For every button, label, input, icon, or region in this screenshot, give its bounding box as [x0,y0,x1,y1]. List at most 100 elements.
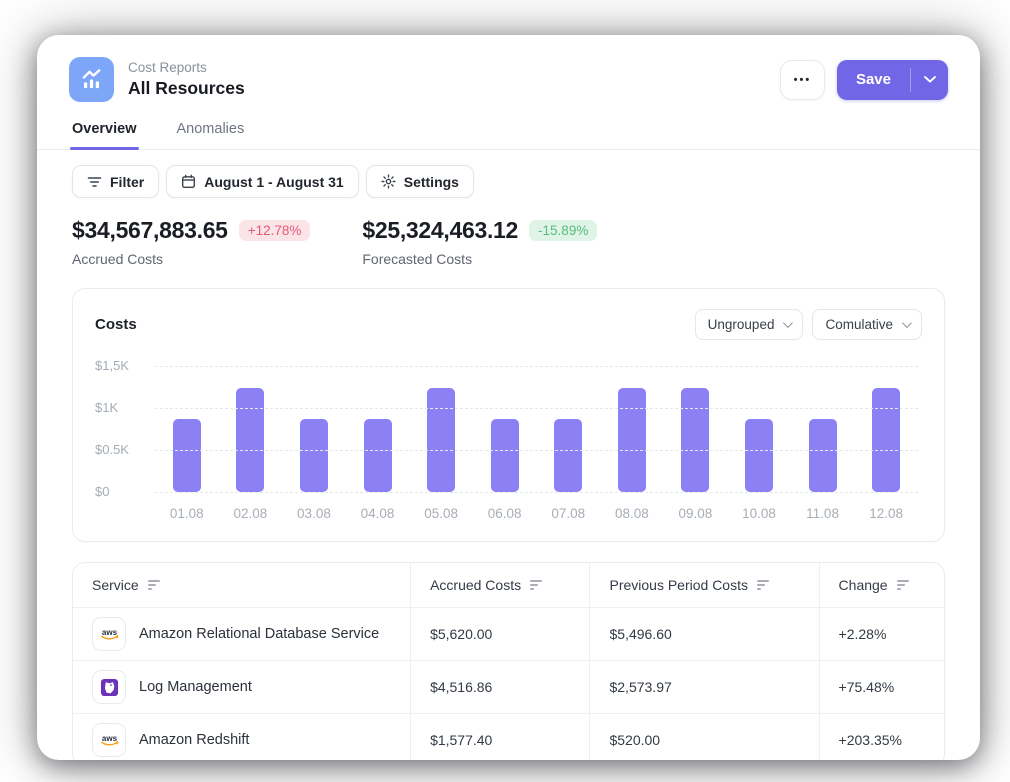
bar-line-chart-icon [69,57,114,102]
date-range-button[interactable]: August 1 - August 31 [166,165,359,198]
kpi-row: $34,567,883.65 +12.78% Accrued Costs $25… [72,217,945,267]
x-tick-label: 11.08 [791,506,855,521]
bar-01.08[interactable] [173,419,201,492]
y-tick-label: $1,5K [95,358,129,373]
filter-button[interactable]: Filter [72,165,159,198]
accrued-cost-cell: $5,620.00 [410,608,589,660]
table-header-row: Service Accrued Costs Previous Period Co… [73,563,944,607]
previous-period-cost-cell: $5,496.60 [589,608,818,660]
header-title-group: Cost Reports All Resources [69,57,245,102]
tab-bar: Overview Anomalies [37,115,980,150]
bar-11.08[interactable] [809,419,837,492]
chart-bars [155,366,918,492]
bar-08.08[interactable] [618,388,646,492]
y-tick-label: $1K [95,400,118,415]
x-tick-label: 02.08 [219,506,283,521]
tab-overview[interactable]: Overview [70,115,139,149]
bar-03.08[interactable] [300,419,328,492]
forecasted-costs-change-badge: -15.89% [529,220,597,241]
gridline [155,450,918,451]
column-header-accrued-costs[interactable]: Accrued Costs [410,563,589,607]
accrued-costs-change-badge: +12.78% [239,220,311,241]
chevron-down-icon [783,318,793,328]
y-tick-label: $0 [95,484,109,499]
save-dropdown-button[interactable] [911,60,948,100]
bar-slot [791,366,855,492]
page-title: All Resources [128,78,245,99]
chevron-down-icon [902,318,912,328]
costs-chart-card: Costs Ungrouped Comulative $1,5K $1K $0.5K… [72,288,945,542]
table-row-log-management[interactable]: Log Management $4,516.86 $2,573.97 +75.4… [73,660,944,713]
bar-slot [536,366,600,492]
bar-slot [727,366,791,492]
bar-slot [346,366,410,492]
more-button[interactable]: ••• [780,60,825,100]
x-tick-label: 12.08 [854,506,918,521]
column-header-previous-period-costs[interactable]: Previous Period Costs [589,563,818,607]
change-cell: +75.48% [819,661,944,713]
sort-icon [148,580,160,590]
bar-05.08[interactable] [427,388,455,492]
bar-slot [155,366,219,492]
group-by-select[interactable]: Ungrouped [695,309,804,340]
main-content: Filter August 1 - August 31 Settings [37,150,980,760]
header-actions: ••• Save [780,60,948,100]
service-name: Log Management [139,679,252,695]
bar-04.08[interactable] [364,419,392,492]
bar-chart: $1,5K$1K$0.5K$0 [95,366,922,492]
settings-button[interactable]: Settings [366,165,474,198]
bar-slot [664,366,728,492]
svg-text:aws: aws [101,734,117,743]
breadcrumb: Cost Reports [128,60,245,75]
service-name: Amazon Redshift [139,732,249,748]
x-tick-label: 10.08 [727,506,791,521]
accrued-costs-value: $34,567,883.65 [72,217,228,244]
gridline [155,366,918,367]
kpi-forecasted-costs: $25,324,463.12 -15.89% Forecasted Costs [362,217,597,267]
column-header-service[interactable]: Service [73,563,410,607]
mode-select[interactable]: Comulative [812,309,922,340]
bar-12.08[interactable] [872,388,900,492]
tab-anomalies[interactable]: Anomalies [175,115,247,149]
gear-icon [381,174,396,189]
accrued-costs-label: Accrued Costs [72,251,310,267]
datadog-icon [92,670,126,704]
services-table: Service Accrued Costs Previous Period Co… [72,562,945,760]
bar-09.08[interactable] [681,388,709,492]
change-cell: +2.28% [819,608,944,660]
x-tick-label: 08.08 [600,506,664,521]
bar-02.08[interactable] [236,388,264,492]
bar-slot [282,366,346,492]
previous-period-cost-cell: $2,573.97 [589,661,818,713]
service-name: Amazon Relational Database Service [139,626,379,642]
x-tick-label: 07.08 [536,506,600,521]
settings-button-label: Settings [404,174,459,190]
x-tick-label: 04.08 [346,506,410,521]
accrued-cost-cell: $4,516.86 [410,661,589,713]
bar-06.08[interactable] [491,419,519,492]
window-header: Cost Reports All Resources ••• Save [37,35,980,102]
save-button[interactable]: Save [837,60,910,100]
previous-period-cost-cell: $520.00 [589,714,818,760]
bar-10.08[interactable] [745,419,773,492]
cost-reports-window: Cost Reports All Resources ••• Save Over… [37,35,980,760]
bar-slot [409,366,473,492]
forecasted-costs-value: $25,324,463.12 [362,217,518,244]
column-header-change[interactable]: Change [819,563,944,607]
x-tick-label: 09.08 [664,506,728,521]
sort-icon [530,580,542,590]
calendar-icon [181,174,196,189]
table-row-amazon-redshift[interactable]: aws Amazon Redshift $1,577.40 $520.00 +2… [73,713,944,760]
filter-lines-icon [87,176,102,188]
save-split-button: Save [837,60,948,100]
filter-toolbar: Filter August 1 - August 31 Settings [72,165,945,198]
y-tick-label: $0.5K [95,442,129,457]
table-row-amazon-rds[interactable]: aws Amazon Relational Database Service $… [73,607,944,660]
x-tick-label: 06.08 [473,506,537,521]
bar-07.08[interactable] [554,419,582,492]
aws-icon: aws [92,723,126,757]
x-tick-label: 03.08 [282,506,346,521]
gridline [155,408,918,409]
x-tick-label: 01.08 [155,506,219,521]
chart-title: Costs [95,316,137,333]
